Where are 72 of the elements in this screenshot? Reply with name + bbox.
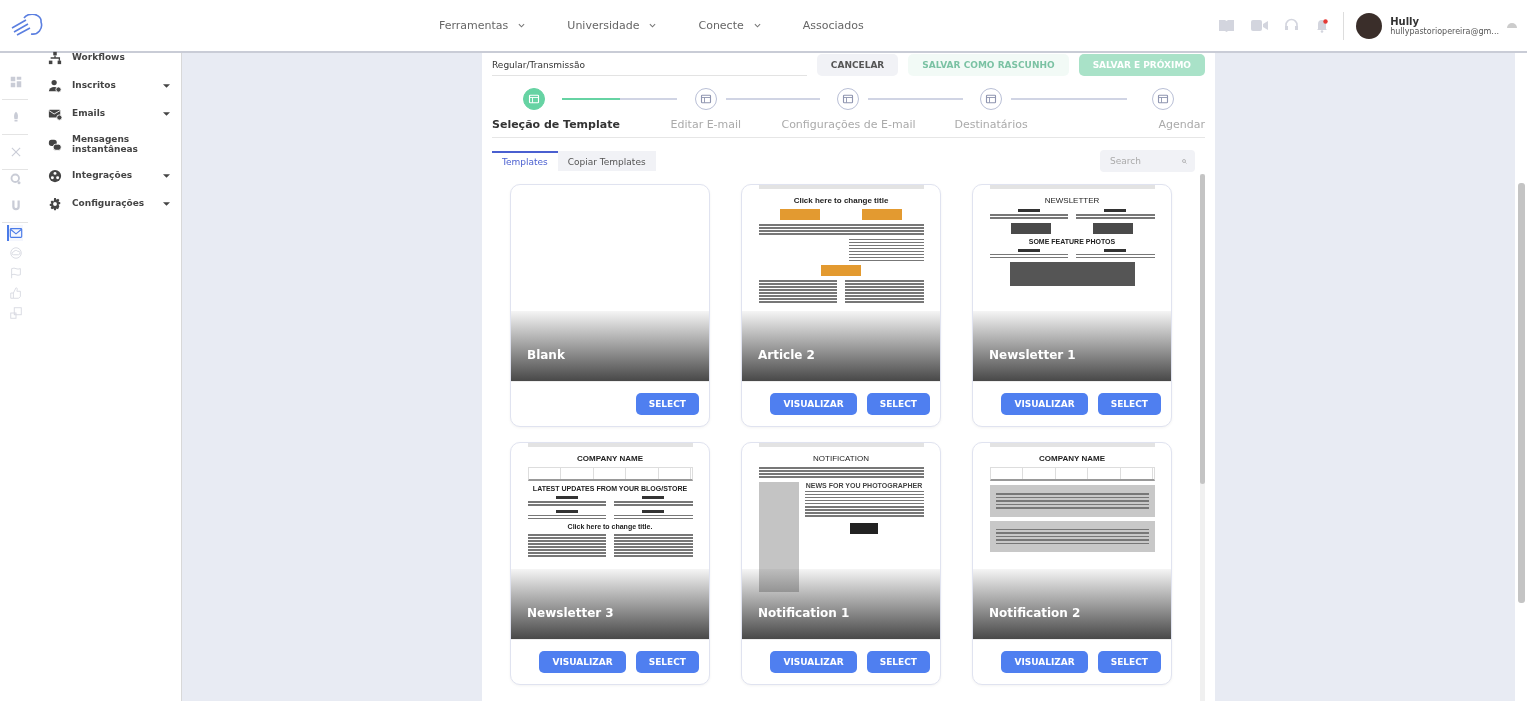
template-button[interactable]: SELECT xyxy=(635,393,699,415)
scrollbar[interactable] xyxy=(1200,174,1205,701)
sidebar-item[interactable]: Mensagens instantâneas xyxy=(48,135,170,155)
template-preview[interactable]: Click here to change title Article 2 xyxy=(742,185,940,382)
template-title: NOTIFICATION xyxy=(812,454,870,463)
video-icon[interactable] xyxy=(1251,19,1269,32)
template-product-button xyxy=(779,209,820,220)
template-preview[interactable]: Blank xyxy=(511,185,709,382)
sidebar-item[interactable]: Emails xyxy=(48,107,170,121)
template-product-button xyxy=(1093,222,1134,234)
thumbs-up-icon[interactable] xyxy=(7,285,23,301)
template-title: COMPANY NAME xyxy=(1038,454,1106,463)
template-title: Click here to change title xyxy=(792,196,890,205)
template-button[interactable]: VISUALIZAR xyxy=(1001,393,1088,415)
template-name: Newsletter 3 xyxy=(527,606,614,620)
template-name: Notification 2 xyxy=(989,606,1081,620)
caret-icon xyxy=(163,173,170,178)
headset-icon[interactable] xyxy=(1284,18,1300,33)
template-button[interactable]: VISUALIZAR xyxy=(770,393,857,415)
sidebar-item[interactable]: Inscritos xyxy=(48,79,170,93)
step-label[interactable]: Seleção de Template xyxy=(492,118,620,131)
template-button[interactable]: VISUALIZAR xyxy=(770,651,857,673)
template-title: NEWSLETTER xyxy=(1043,196,1101,205)
template-button[interactable]: SELECT xyxy=(866,393,930,415)
user-name: Hully xyxy=(1390,15,1419,27)
sidebar-item[interactable]: Configurações xyxy=(48,196,170,211)
template-name: Notification 1 xyxy=(758,606,850,620)
page-scrollbar[interactable] xyxy=(1515,53,1527,701)
caret-icon xyxy=(163,201,170,206)
caret-icon xyxy=(163,112,170,116)
dashboard-icon[interactable] xyxy=(8,75,22,89)
caret-icon xyxy=(163,84,170,88)
nav-link[interactable]: Conecte xyxy=(698,19,761,32)
template-name: Blank xyxy=(527,348,565,362)
template-buy-button xyxy=(850,522,878,534)
bell-icon[interactable] xyxy=(1315,18,1330,33)
user-email: hullypastoriopereira@gm... xyxy=(1390,26,1499,36)
form-button[interactable]: CANCELAR xyxy=(816,54,899,76)
template-product-button xyxy=(1010,222,1051,234)
mail-icon[interactable] xyxy=(7,225,23,241)
avatar[interactable] xyxy=(1356,12,1383,39)
template-button[interactable]: SELECT xyxy=(866,651,930,673)
template-button[interactable]: SELECT xyxy=(635,651,699,673)
email-icon xyxy=(48,107,62,121)
template-icon xyxy=(528,93,540,105)
integration-icon xyxy=(48,168,62,183)
template-button[interactable]: SELECT xyxy=(1097,651,1161,673)
nav-link[interactable]: Associados xyxy=(802,19,864,32)
workflow-icon xyxy=(48,51,62,65)
logo-icon[interactable] xyxy=(10,13,44,38)
template-button[interactable]: VISUALIZAR xyxy=(1001,651,1088,673)
search-field[interactable]: Search xyxy=(1100,150,1195,172)
settings-icon xyxy=(48,196,62,211)
tab[interactable]: Copiar Templates xyxy=(557,151,656,171)
template-product-button xyxy=(821,265,861,276)
nav-link[interactable]: Ferramentas xyxy=(439,19,526,32)
template-product-button xyxy=(862,209,903,220)
template-name: Article 2 xyxy=(758,348,815,362)
search-icon xyxy=(1182,156,1187,166)
search-input[interactable]: Search xyxy=(1108,155,1178,167)
search-icon[interactable] xyxy=(8,172,22,186)
template-title: COMPANY NAME xyxy=(576,454,644,463)
nav-link[interactable]: Universidade xyxy=(567,19,657,32)
template-button[interactable]: VISUALIZAR xyxy=(539,651,626,673)
user-check-icon xyxy=(48,79,62,93)
book-icon[interactable] xyxy=(1218,19,1236,32)
template-name: Newsletter 1 xyxy=(989,348,1076,362)
template-button[interactable]: SELECT xyxy=(1097,393,1161,415)
sidebar-item[interactable]: Integrações xyxy=(48,168,170,183)
chat-icon xyxy=(48,137,62,152)
sidebar-item[interactable]: Workflows xyxy=(48,51,170,65)
template-preview[interactable]: COMPANY NAME Notification 2 xyxy=(973,443,1171,640)
